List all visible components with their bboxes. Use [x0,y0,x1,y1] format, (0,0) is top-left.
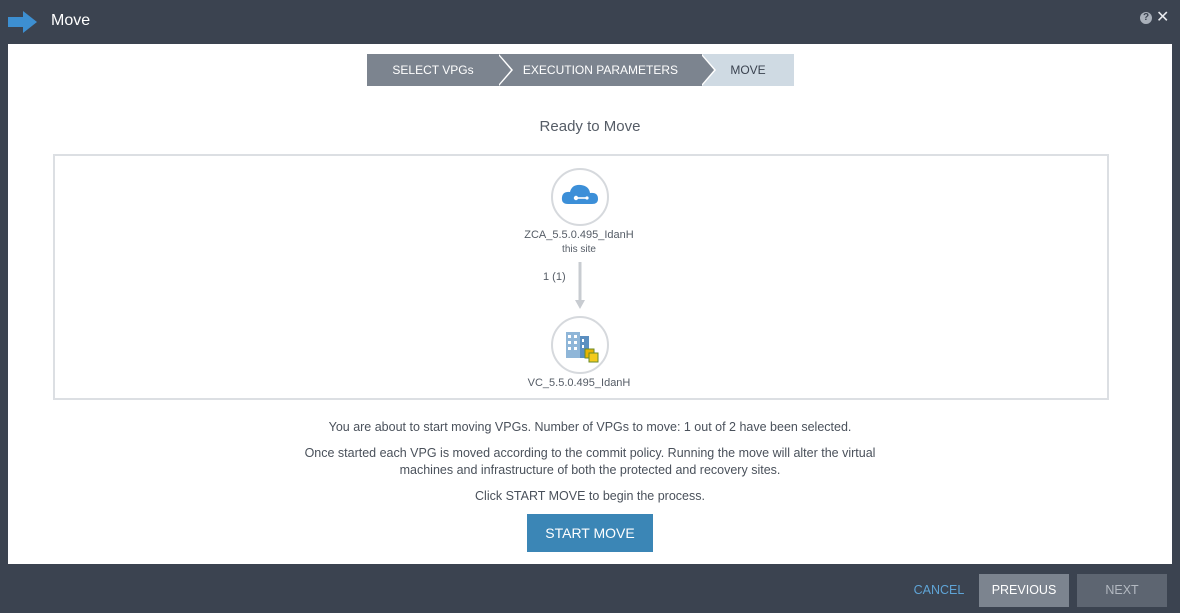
page-heading: Ready to Move [539,118,641,135]
title-bar: Move ? ✕ [0,0,1180,44]
step-label: SELECT VPGs [392,63,474,77]
wizard-steps: SELECT VPGs EXECUTION PARAMETERS MOVE [367,54,794,86]
direction-arrow-icon [575,262,585,309]
source-site-subtitle: this site [562,244,596,255]
wizard-content: SELECT VPGs EXECUTION PARAMETERS MOVE Re… [8,44,1172,564]
source-site-node [551,168,609,226]
warning-message: Once started each VPG is moved according… [8,445,1172,479]
window-title: Move [51,12,91,29]
vcenter-building-icon [566,332,599,363]
step-label: EXECUTION PARAMETERS [522,63,679,77]
target-site-name: VC_5.5.0.495_IdanH [527,377,631,389]
move-arrow-icon [8,11,37,33]
warning-message-line: machines and infrastructure of both the … [399,463,781,477]
step-chevron-icon [499,54,513,86]
step-execution-parameters[interactable]: EXECUTION PARAMETERS [499,54,702,86]
cancel-button[interactable]: CANCEL [899,574,979,606]
source-site-name: ZCA_5.5.0.495_IdanH [524,229,634,241]
step-chevron-icon [702,54,716,86]
summary-message: You are about to start moving VPGs. Numb… [328,420,852,434]
azure-cloud-icon [561,184,598,204]
instruction-message: Click START MOVE to begin the process. [475,489,705,503]
step-label: MOVE [730,63,766,77]
previous-button[interactable]: PREVIOUS [979,574,1069,607]
target-site-node [551,316,609,374]
start-move-button[interactable]: START MOVE [527,514,653,552]
step-select-vpgs[interactable]: SELECT VPGs [367,54,499,86]
warning-message-line: Once started each VPG is moved according… [304,446,876,460]
site-diagram: ZCA_5.5.0.495_IdanH this site 1 (1) VC_5 [53,154,1109,400]
close-icon[interactable]: ✕ [1156,9,1169,27]
next-button[interactable]: NEXT [1077,574,1167,607]
vpg-count: 1 (1) [543,271,566,283]
help-icon[interactable]: ? [1140,12,1152,24]
